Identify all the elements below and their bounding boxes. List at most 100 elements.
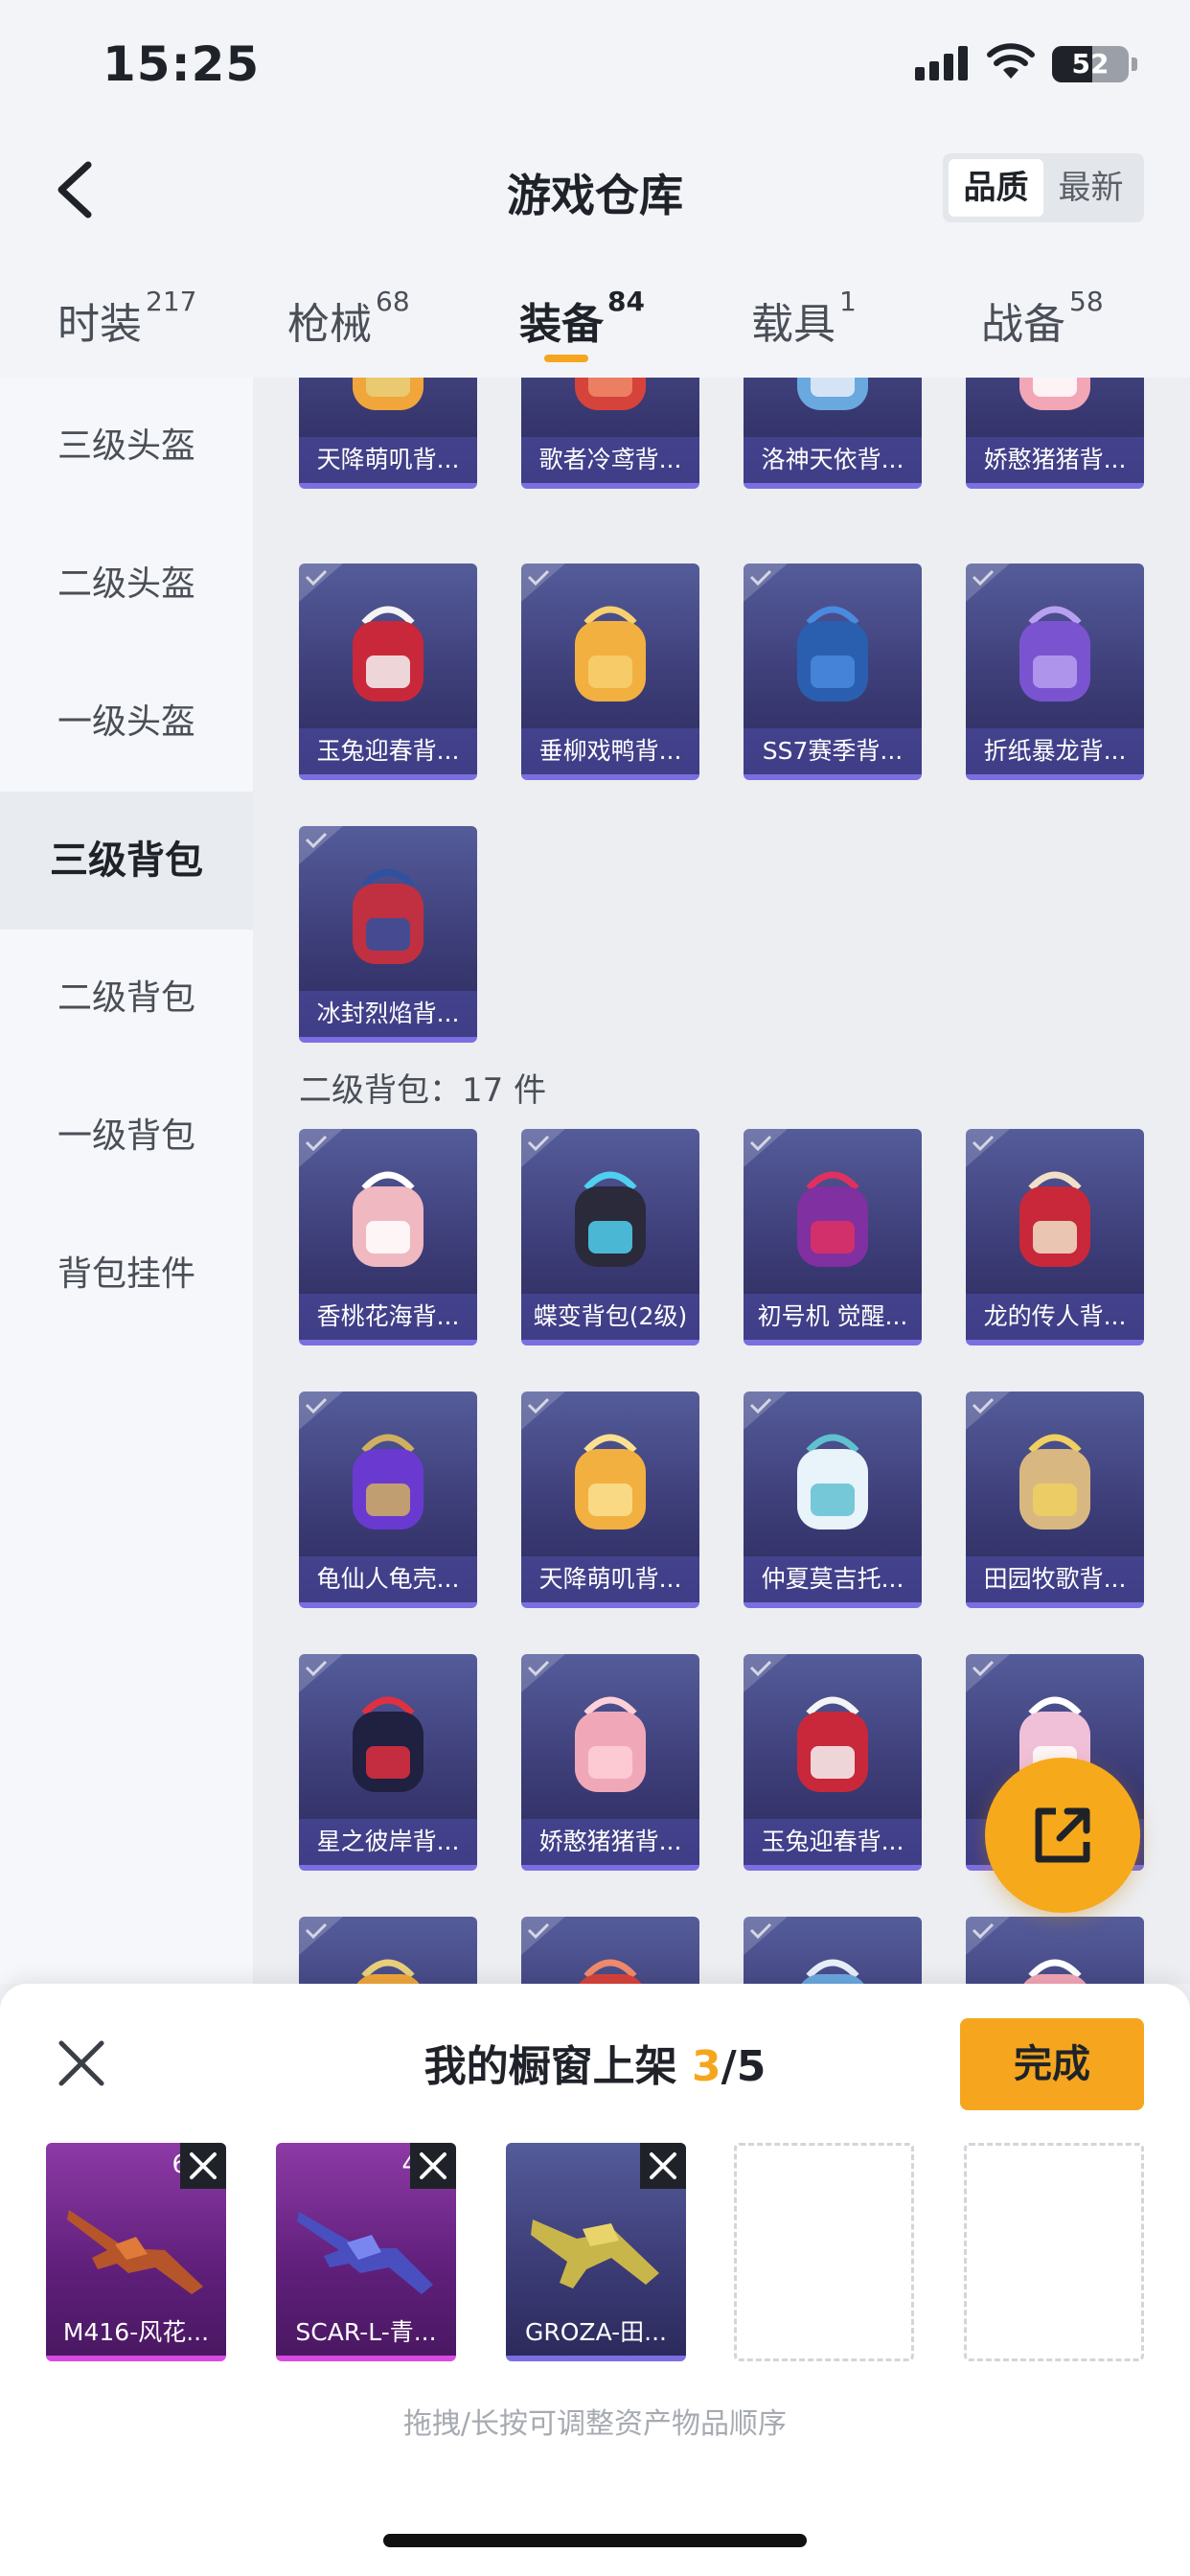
tab-guns[interactable]: 枪械 68 xyxy=(287,286,410,351)
backpack-icon xyxy=(353,1696,423,1792)
showcase-slot-empty-4[interactable] xyxy=(734,2143,914,2361)
gun-art-icon xyxy=(531,2220,659,2288)
backpack-icon xyxy=(353,1171,423,1267)
item-label: 玉兔迎春背... xyxy=(744,1819,922,1865)
item-label: 娇憨猪猪背... xyxy=(521,1819,699,1865)
status-time: 15:25 xyxy=(103,36,261,92)
done-button[interactable]: 完成 xyxy=(960,2018,1144,2110)
sort-quality-button[interactable]: 品质 xyxy=(949,159,1043,217)
item-label: 玉兔迎春背... xyxy=(299,728,477,774)
item-label: 仲夏莫吉托... xyxy=(744,1556,922,1602)
sidebar-item-backpack-charm[interactable]: 背包挂件 xyxy=(0,1206,253,1344)
item-label: 天降萌叽背... xyxy=(521,1556,699,1602)
slot-label: SCAR-L-青... xyxy=(295,2318,437,2346)
backpack-icon xyxy=(575,378,646,410)
item-card[interactable]: 洛神天依背... xyxy=(744,378,922,489)
item-label: 星之彼岸背... xyxy=(299,1819,477,1865)
item-label: SS7赛季背... xyxy=(744,728,922,774)
backpack-icon xyxy=(353,378,423,410)
showcase-slot-1[interactable]: 6 M416-风花... xyxy=(46,2143,226,2361)
backpack-icon xyxy=(797,1434,868,1530)
sidebar-item-backpack-1[interactable]: 一级背包 xyxy=(0,1068,253,1206)
reorder-hint: 拖拽/长按可调整资产物品顺序 xyxy=(402,2407,788,2441)
item-card[interactable]: 龟仙人龟壳... xyxy=(299,1392,477,1608)
showcase-slot-empty-5[interactable] xyxy=(964,2143,1144,2361)
tab-indicator xyxy=(544,355,588,362)
share-button[interactable] xyxy=(985,1758,1140,1913)
item-card[interactable]: 折纸暴龙背... xyxy=(966,564,1144,780)
item-card[interactable]: 香桃花海背... xyxy=(299,1129,477,1346)
share-icon xyxy=(1035,1807,1090,1863)
remove-slot-3-button[interactable] xyxy=(640,2143,686,2189)
item-card[interactable]: 天降萌叽背... xyxy=(299,378,477,489)
item-card[interactable]: 娇憨猪猪背... xyxy=(966,378,1144,489)
item-label: 冰封烈焰背... xyxy=(299,991,477,1037)
tab-vehicles[interactable]: 载具 1 xyxy=(751,286,857,351)
item-card[interactable]: 星之彼岸背... xyxy=(299,1654,477,1871)
item-card[interactable]: 天降萌叽背... xyxy=(521,1392,699,1608)
sort-latest-button[interactable]: 最新 xyxy=(1043,159,1138,217)
item-card[interactable]: 初号机 觉醒... xyxy=(744,1129,922,1346)
backpack-icon xyxy=(353,868,423,964)
sidebar-item-helmet-2[interactable]: 二级头盔 xyxy=(0,516,253,654)
sidebar-item-backpack-3[interactable]: 三级背包 xyxy=(0,792,253,930)
backpack-icon xyxy=(797,1696,868,1792)
item-label: 龟仙人龟壳... xyxy=(299,1556,477,1602)
item-card[interactable]: SS7赛季背... xyxy=(744,564,922,780)
remove-slot-2-button[interactable] xyxy=(410,2143,456,2189)
backpack-icon xyxy=(797,378,868,410)
item-label: 初号机 觉醒... xyxy=(744,1294,922,1340)
item-grid[interactable]: 二级背包：17 件 天降萌叽背... 歌者冷鸢背... 洛神天依背... 娇憨猪猪背.… xyxy=(253,378,1190,1984)
item-card[interactable]: 冰封烈焰背... xyxy=(299,826,477,1043)
item-label: 天降萌叽背... xyxy=(299,437,477,483)
tab-supplies[interactable]: 战备 58 xyxy=(981,286,1104,351)
tab-equipment[interactable]: 装备 84 xyxy=(519,286,645,351)
item-card[interactable]: 仲夏莫吉托... xyxy=(744,1392,922,1608)
gun-art-icon xyxy=(297,2212,433,2294)
backpack-icon xyxy=(575,1171,646,1267)
close-small-icon xyxy=(650,2152,676,2179)
backpack-icon xyxy=(1019,378,1090,410)
item-card[interactable]: 蝶变背包(2级) xyxy=(521,1129,699,1346)
slot-label: GROZA-田... xyxy=(525,2318,667,2346)
item-card[interactable]: 玉兔迎春背... xyxy=(299,564,477,780)
backpack-icon xyxy=(575,1434,646,1530)
item-label: 娇憨猪猪背... xyxy=(966,437,1144,483)
item-card[interactable]: 田园牧歌背... xyxy=(966,1392,1144,1608)
showcase-slot-3[interactable]: GROZA-田... xyxy=(506,2143,686,2361)
item-label: 洛神天依背... xyxy=(744,437,922,483)
item-card[interactable]: 玉兔迎春背... xyxy=(744,1654,922,1871)
item-label: 香桃花海背... xyxy=(299,1294,477,1340)
sidebar: 三级头盔 二级头盔 一级头盔 三级背包 二级背包 一级背包 背包挂件 xyxy=(0,378,253,1984)
battery-tip xyxy=(1132,58,1137,71)
item-label: 龙的传人背... xyxy=(966,1294,1144,1340)
sidebar-item-helmet-3[interactable]: 三级头盔 xyxy=(0,378,253,516)
item-card[interactable] xyxy=(966,1917,1144,1984)
backpack-icon xyxy=(801,1959,864,1984)
backpack-icon xyxy=(1019,606,1090,702)
backpack-icon xyxy=(353,1434,423,1530)
section-title-level2: 二级背包：17 件 xyxy=(299,1071,547,1110)
item-label: 田园牧歌背... xyxy=(966,1556,1144,1602)
item-card[interactable] xyxy=(299,1917,477,1984)
status-bar: 15:25 52 xyxy=(0,0,1190,134)
showcase-count: 3 xyxy=(692,2042,721,2091)
showcase-slot-2[interactable]: 4 SCAR-L-青... xyxy=(276,2143,456,2361)
sidebar-item-backpack-2[interactable]: 二级背包 xyxy=(0,930,253,1068)
sidebar-item-helmet-1[interactable]: 一级头盔 xyxy=(0,654,253,792)
remove-slot-1-button[interactable] xyxy=(180,2143,226,2189)
item-card[interactable]: 歌者冷鸢背... xyxy=(521,378,699,489)
item-card[interactable]: 娇憨猪猪背... xyxy=(521,1654,699,1871)
item-label: 蝶变背包(2级) xyxy=(521,1294,699,1340)
item-card[interactable] xyxy=(744,1917,922,1984)
item-card[interactable] xyxy=(521,1917,699,1984)
battery-level: 52 xyxy=(1071,48,1110,80)
sort-toggle[interactable]: 品质 最新 xyxy=(943,153,1144,222)
signal-icon xyxy=(915,46,969,80)
tab-fashion[interactable]: 时装 217 xyxy=(57,286,196,351)
item-card[interactable]: 龙的传人背... xyxy=(966,1129,1144,1346)
item-card[interactable]: 垂柳戏鸭背... xyxy=(521,564,699,780)
battery-icon: 52 xyxy=(1052,46,1129,82)
backpack-icon xyxy=(575,1696,646,1792)
backpack-icon xyxy=(1023,1959,1087,1984)
